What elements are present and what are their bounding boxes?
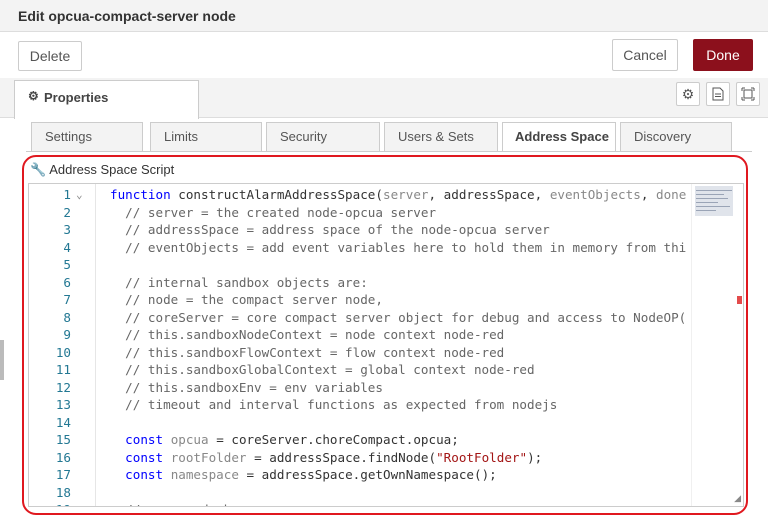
code-text: // internal sandbox objects are:: [110, 274, 368, 290]
code-text: const namespace = addressSpace.getOwnNam…: [125, 467, 497, 482]
wrench-icon: 🔧: [30, 162, 47, 177]
code-line[interactable]: 2 // server = the created node-opcua ser…: [29, 204, 691, 222]
line-number: 17: [55, 467, 71, 482]
done-button[interactable]: Done: [693, 39, 753, 71]
code-text: // this.sandboxGlobalContext = global co…: [110, 362, 535, 377]
line-number: 5: [63, 257, 71, 272]
frame-icon: [741, 87, 755, 101]
resize-handle-icon[interactable]: ◢: [734, 493, 741, 504]
tab-properties[interactable]: ⚙ Properties: [14, 80, 199, 119]
code-text: // eventObjects = add event variables he…: [110, 239, 687, 255]
code-editor[interactable]: 1 ⌄ function constructAlarmAddressSpace(se…: [28, 183, 744, 507]
minimap-line: [696, 202, 718, 203]
line-number: 6: [63, 274, 71, 290]
code-line[interactable]: 7 // node = the compact server node,: [29, 291, 691, 309]
tab-label: Address Space: [515, 129, 609, 144]
code-text: const opcua = coreServer.choreCompact.op…: [125, 432, 459, 447]
code-line[interactable]: 6 // internal sandbox objects are:: [29, 274, 691, 292]
tab-users-sets[interactable]: Users & Sets: [384, 122, 498, 152]
line-number: 7: [63, 292, 71, 307]
line-number: 3: [63, 222, 71, 237]
node-description-button[interactable]: [706, 82, 730, 106]
code-text: // coreServer = core compact server obje…: [110, 309, 687, 325]
fold-chevron-icon[interactable]: ⌄: [76, 186, 83, 204]
code-line[interactable]: 9 // this.sandboxNodeContext = node cont…: [29, 326, 691, 344]
code-line[interactable]: 16 const rootFolder = addressSpace.findN…: [29, 449, 691, 467]
minimap-line: [696, 210, 716, 211]
minimap-line: [696, 198, 728, 199]
code-line[interactable]: 1 ⌄ function constructAlarmAddressSpace(se…: [29, 186, 691, 204]
delete-button[interactable]: Delete: [18, 41, 82, 71]
dialog-toolbar: Delete Cancel Done: [0, 32, 768, 78]
tab-label: Discovery: [634, 129, 692, 144]
line-number: 1: [63, 187, 71, 202]
line-number: 12: [55, 379, 71, 395]
tab-label: Users & Sets: [398, 129, 474, 144]
line-number: 11: [55, 362, 71, 377]
gear-icon: ⚙: [681, 85, 695, 102]
cancel-button[interactable]: Cancel: [612, 39, 678, 71]
line-number: 19: [29, 501, 71, 506]
tab-settings[interactable]: Settings: [31, 122, 143, 152]
code-line[interactable]: 11 // this.sandboxGlobalContext = global…: [29, 361, 691, 379]
code-text: // this.sandboxFlowContext = flow contex…: [110, 344, 505, 360]
tab-limits[interactable]: Limits: [150, 122, 262, 152]
tab-security[interactable]: Security: [266, 122, 380, 152]
tab-label: Security: [280, 129, 327, 144]
tabs-divider: [26, 151, 752, 152]
code-area[interactable]: 1 ⌄ function constructAlarmAddressSpace(se…: [29, 186, 691, 506]
line-number: 10: [55, 344, 71, 360]
tab-address-space[interactable]: Address Space: [502, 122, 616, 152]
script-label-text: Address Space Script: [49, 162, 175, 177]
code-text: const rootFolder = addressSpace.findNode…: [125, 449, 543, 465]
panel-resize-handle[interactable]: [0, 340, 4, 380]
line-number: 2: [63, 204, 71, 220]
line-number: 13: [55, 397, 71, 412]
minimap-line: [696, 190, 732, 191]
code-line[interactable]: 10 // this.sandboxFlowContext = flow con…: [29, 344, 691, 362]
minimap-line: [696, 206, 730, 207]
line-number: 15: [55, 432, 71, 447]
dialog-title: Edit opcua-compact-server node: [18, 8, 236, 24]
code-line[interactable]: 4 // eventObjects = add event variables …: [29, 239, 691, 257]
line-number: 18: [55, 484, 71, 500]
code-text: // node = the compact server node,: [110, 292, 383, 307]
code-line[interactable]: 14: [29, 414, 691, 432]
gear-icon: ⚙: [28, 89, 39, 103]
properties-tab-label: Properties: [44, 90, 109, 105]
code-line[interactable]: 3 // addressSpace = address space of the…: [29, 221, 691, 239]
code-text: // server = the created node-opcua serve…: [110, 204, 437, 220]
code-text: // your code here: [110, 501, 254, 506]
code-text: function constructAlarmAddressSpace(serv…: [110, 187, 687, 202]
scrollbar-marker: [737, 296, 742, 304]
dialog-titlebar: Edit opcua-compact-server node: [0, 0, 768, 32]
line-number: 8: [63, 309, 71, 325]
tab-label: Limits: [164, 129, 198, 144]
code-line[interactable]: 18: [29, 484, 691, 502]
code-text: // addressSpace = address space of the n…: [110, 222, 550, 237]
code-line[interactable]: 5: [29, 256, 691, 274]
document-icon: [712, 87, 724, 101]
code-line[interactable]: 8 // coreServer = core compact server ob…: [29, 309, 691, 327]
tab-label: Settings: [45, 129, 92, 144]
code-text: // timeout and interval functions as exp…: [110, 397, 558, 412]
address-space-script-label: 🔧 Address Space Script: [30, 162, 174, 178]
code-line[interactable]: 15 const opcua = coreServer.choreCompact…: [29, 431, 691, 449]
node-appearance-button[interactable]: [736, 82, 760, 106]
minimap-line: [696, 194, 724, 195]
code-text: // this.sandboxNodeContext = node contex…: [110, 327, 505, 342]
tab-discovery[interactable]: Discovery: [620, 122, 732, 152]
code-text: // this.sandboxEnv = env variables: [110, 379, 383, 395]
node-settings-button[interactable]: ⚙: [676, 82, 700, 106]
code-line[interactable]: 12 // this.sandboxEnv = env variables: [29, 379, 691, 397]
line-number: 16: [55, 449, 71, 465]
line-number: 14: [55, 414, 71, 430]
line-number: 9: [63, 327, 71, 342]
line-number: 4: [63, 239, 71, 255]
code-line[interactable]: 17 const namespace = addressSpace.getOwn…: [29, 466, 691, 484]
code-line[interactable]: 19 // your code here: [29, 501, 691, 506]
code-line[interactable]: 13 // timeout and interval functions as …: [29, 396, 691, 414]
editor-minimap[interactable]: [691, 184, 740, 506]
